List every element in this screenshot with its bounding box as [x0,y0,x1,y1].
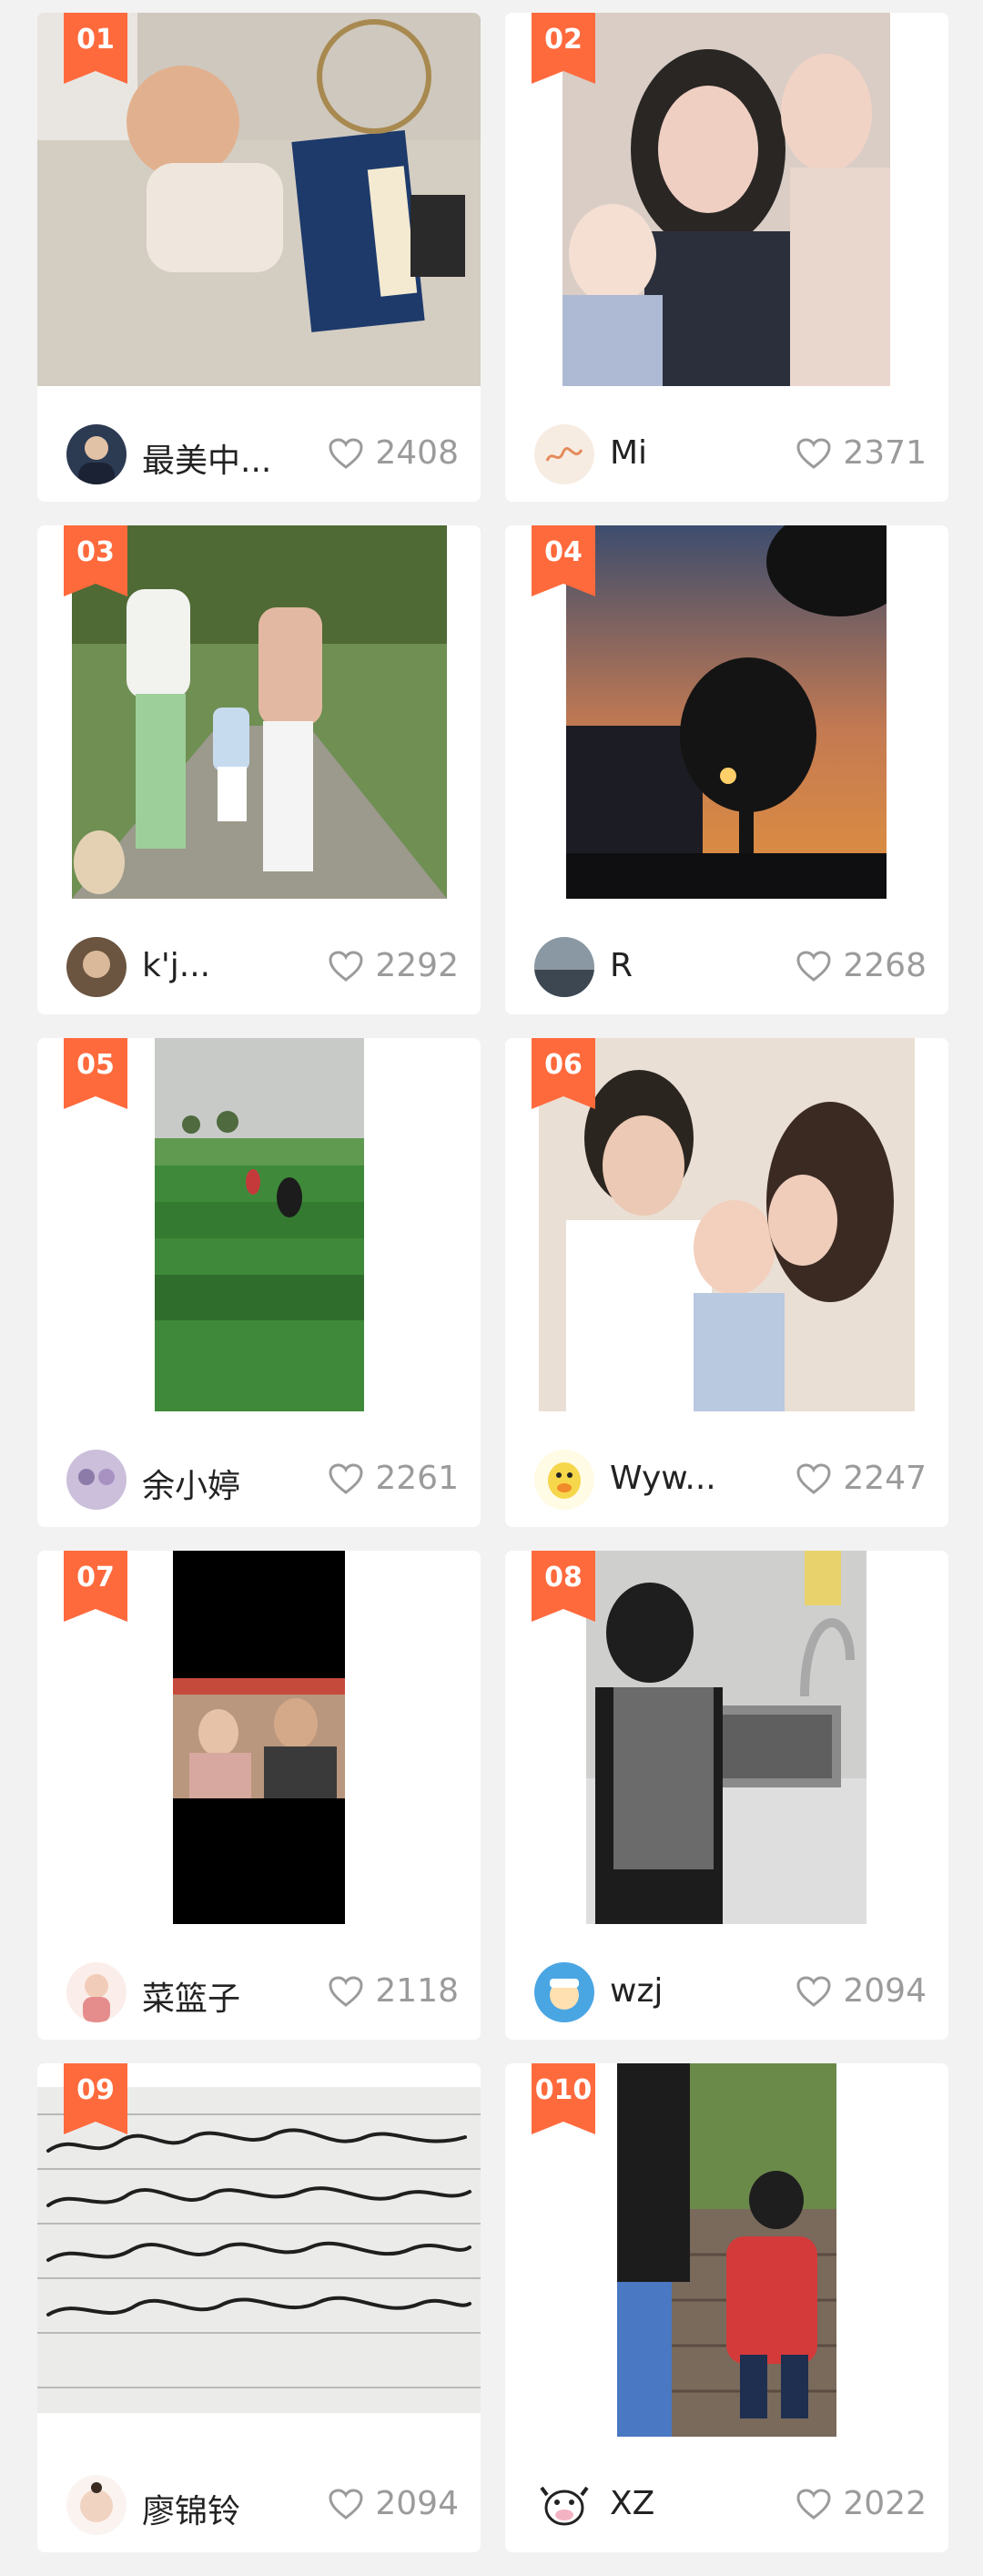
like-counter[interactable]: 2292 [328,947,459,984]
card-photo[interactable] [173,1551,345,1924]
rank-badge: 04 [532,525,595,596]
card-media[interactable]: 09 [37,2063,481,2437]
author-name[interactable]: 最美中... [142,434,271,482]
card-footer: wzj 2094 [505,1924,948,2040]
like-counter[interactable]: 2371 [796,434,927,472]
cartoon-duck-avatar-icon[interactable] [534,1450,594,1510]
author-name[interactable]: 廖锦铃 [142,2485,240,2532]
author-name[interactable]: 余小婷 [142,1460,240,1507]
card-photo[interactable] [37,2087,481,2413]
card-footer: Wyw... 2247 [505,1411,948,1527]
card-footer: k'j... 2292 [37,899,481,1014]
heart-icon[interactable] [328,1975,364,2008]
cow-avatar-icon[interactable] [534,2475,594,2535]
like-counter[interactable]: 2247 [796,1460,927,1497]
child-avatar-icon[interactable] [66,1962,127,2022]
like-count: 2268 [843,947,927,984]
like-counter[interactable]: 2408 [328,434,459,472]
feed-card[interactable]: 08 wzj 2094 [505,1551,948,2040]
heart-icon[interactable] [796,1975,832,2008]
baby-avatar-icon[interactable] [66,2475,127,2535]
feed-card[interactable]: 09 廖锦铃 2094 [37,2063,481,2552]
heart-icon[interactable] [796,1462,832,1495]
ranking-feed-grid: 01 最美中... 2408 02 Mi 2371 03 k'j... 2292… [0,0,983,2576]
card-footer: R 2268 [505,899,948,1014]
feed-card[interactable]: 04 R 2268 [505,525,948,1014]
author-name[interactable]: k'j... [142,947,210,984]
like-counter[interactable]: 2261 [328,1460,459,1497]
calligraphy-avatar-icon[interactable] [534,424,594,484]
cartoon-avatar-icon[interactable] [534,1962,594,2022]
card-media[interactable]: 06 [505,1038,948,1411]
card-photo[interactable] [72,525,447,899]
rank-badge: 010 [532,2063,595,2134]
card-media[interactable]: 02 [505,13,948,386]
like-counter[interactable]: 2022 [796,2485,927,2522]
like-counter[interactable]: 2268 [796,947,927,984]
card-footer: 余小婷 2261 [37,1411,481,1527]
rank-badge: 07 [64,1551,127,1622]
feed-card[interactable]: 03 k'j... 2292 [37,525,481,1014]
feed-card[interactable]: 05 余小婷 2261 [37,1038,481,1527]
card-footer: XZ 2022 [505,2437,948,2552]
heart-icon[interactable] [328,2488,364,2520]
card-media[interactable]: 03 [37,525,481,899]
like-count: 2371 [843,434,927,472]
card-footer: 最美中... 2408 [37,386,481,502]
card-photo[interactable] [155,1038,364,1411]
rank-badge: 08 [532,1551,595,1622]
card-photo[interactable] [617,2063,836,2437]
feed-card[interactable]: 07 菜篮子 2118 [37,1551,481,2040]
feed-card[interactable]: 010 XZ 2022 [505,2063,948,2552]
author-name[interactable]: Wyw... [610,1460,716,1497]
card-media[interactable]: 04 [505,525,948,899]
like-count: 2292 [375,947,459,984]
heart-icon[interactable] [328,950,364,983]
author-name[interactable]: Mi [610,434,647,472]
like-counter[interactable]: 2094 [328,2485,459,2522]
rank-badge: 05 [64,1038,127,1109]
like-count: 2022 [843,2485,927,2522]
card-photo[interactable] [586,1551,866,1924]
card-media[interactable]: 01 [37,13,481,386]
person-avatar-icon[interactable] [66,424,127,484]
card-media[interactable]: 05 [37,1038,481,1411]
author-name[interactable]: R [610,947,633,984]
author-name[interactable]: wzj [610,1972,663,2010]
card-photo[interactable] [566,525,887,899]
card-media[interactable]: 010 [505,2063,948,2437]
author-name[interactable]: 菜篮子 [142,1972,240,2020]
heart-icon[interactable] [796,950,832,983]
landscape-avatar-icon[interactable] [534,937,594,997]
feed-card[interactable]: 06 Wyw... 2247 [505,1038,948,1527]
card-photo[interactable] [562,13,890,386]
like-count: 2408 [375,434,459,472]
card-media[interactable]: 07 [37,1551,481,1924]
feed-card[interactable]: 01 最美中... 2408 [37,13,481,502]
card-footer: 菜篮子 2118 [37,1924,481,2040]
like-count: 2094 [843,1972,927,2010]
heart-icon[interactable] [796,2488,832,2520]
heart-icon[interactable] [328,1462,364,1495]
author-name[interactable]: XZ [610,2485,654,2522]
like-counter[interactable]: 2118 [328,1972,459,2010]
like-count: 2118 [375,1972,459,2010]
group-avatar-icon[interactable] [66,1450,127,1510]
card-footer: 廖锦铃 2094 [37,2437,481,2552]
card-media[interactable]: 08 [505,1551,948,1924]
like-count: 2247 [843,1460,927,1497]
like-count: 2094 [375,2485,459,2522]
like-counter[interactable]: 2094 [796,1972,927,2010]
feed-card[interactable]: 02 Mi 2371 [505,13,948,502]
person-avatar-icon[interactable] [66,937,127,997]
heart-icon[interactable] [328,437,364,470]
card-footer: Mi 2371 [505,386,948,502]
like-count: 2261 [375,1460,459,1497]
heart-icon[interactable] [796,437,832,470]
